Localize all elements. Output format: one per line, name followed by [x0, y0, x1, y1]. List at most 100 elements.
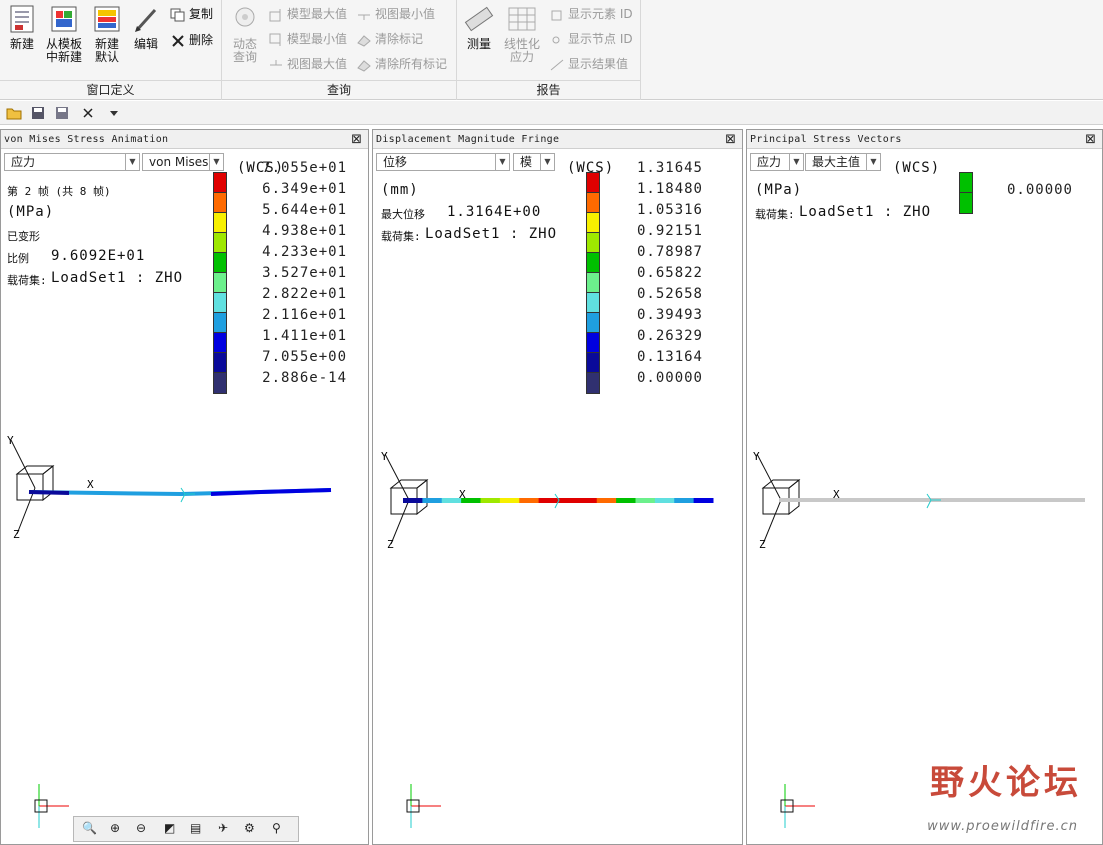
panel-1-close-icon[interactable]: ⊠: [351, 130, 362, 149]
beam-segment: [499, 498, 520, 503]
zoom-fit-icon[interactable]: 🔍: [82, 821, 100, 839]
legend-value: 0.52658: [636, 286, 703, 302]
panel-3-mini-triad: [780, 784, 815, 828]
linearize-stress-button[interactable]: 线性化 应力: [501, 4, 543, 64]
legend-value: 6.349e+01: [262, 181, 347, 197]
panel-von-mises[interactable]: von Mises Stress Animation ⊠ 应力 ▼ von Mis…: [0, 129, 369, 845]
panel-2-mini-triad: [406, 784, 441, 828]
legend-value: 3.527e+01: [262, 265, 347, 281]
copy-button[interactable]: 复制: [170, 4, 213, 24]
panel-2-component-value: 模: [520, 155, 533, 169]
panel-1-component-select[interactable]: von Mises ▼: [142, 153, 224, 171]
panel-principal-stress[interactable]: Principal Stress Vectors ⊠ 应力 ▼ 最大主值 ▼ (WC…: [746, 129, 1103, 845]
panel-3-legend-swatch: [960, 173, 972, 193]
panel-1-model-view[interactable]: Y Z X: [1, 430, 368, 550]
legend-value: 0.65822: [636, 265, 703, 281]
clear-all-marks-button[interactable]: 清除所有标记: [356, 54, 447, 74]
panel-1-beam-end: [210, 488, 332, 496]
view-min-button[interactable]: 视图最小值: [356, 4, 435, 24]
panel-1-axis-x: X: [87, 478, 94, 491]
show-element-id-button[interactable]: 显示元素 ID: [549, 4, 633, 24]
panel-3-axis-y: Y: [753, 450, 760, 463]
model-min-button[interactable]: 模型最小值: [268, 29, 347, 49]
datum-display-icon[interactable]: ⚲: [272, 821, 290, 839]
panel-3-loadset-value: LoadSet1 : ZHO: [799, 204, 932, 220]
save-icon[interactable]: [30, 105, 46, 121]
show-result-value-button[interactable]: 显示结果值: [549, 54, 628, 74]
legend-value: 4.233e+01: [262, 244, 347, 260]
refit-icon[interactable]: ◩: [164, 821, 182, 839]
beam-segment: [616, 498, 636, 503]
watermark-logo: 野火论坛: [930, 763, 1082, 803]
panel-2-unit: (mm): [381, 182, 419, 198]
chevron-down-icon: ▼: [495, 154, 509, 170]
close-window-icon[interactable]: [80, 105, 96, 121]
panel-3-axis-z: Z: [759, 538, 766, 551]
edit-button[interactable]: 编辑: [130, 4, 162, 51]
clear-mark-button[interactable]: 清除标记: [356, 29, 423, 49]
view-max-button[interactable]: 视图最大值: [268, 54, 347, 74]
beam-segment: [558, 498, 578, 503]
chevron-down-icon: ▼: [866, 154, 880, 170]
view-toolbar: 🔍 ⊕ ⊖ ◩ ▤ ✈ ⚙ ⚲: [73, 816, 299, 842]
zoom-in-icon[interactable]: ⊕: [110, 821, 128, 839]
panel-3-legend-swatch: [960, 193, 972, 213]
panel-1-axis-y: Y: [7, 434, 14, 447]
dynamic-query-line2: 查询: [232, 50, 257, 64]
legend-value: 4.938e+01: [262, 223, 347, 239]
view-manager-icon[interactable]: ⚙: [244, 821, 262, 839]
display-style-icon[interactable]: ✈: [218, 821, 236, 839]
legend-swatch: [214, 353, 226, 373]
element-id-icon: [551, 10, 562, 20]
node-id-icon: [552, 36, 560, 43]
saved-views-icon[interactable]: ▤: [190, 821, 208, 839]
legend-value: 0.13164: [636, 349, 703, 365]
panel-1-axis-z: Z: [13, 528, 20, 541]
dynamic-query-icon: [235, 7, 255, 27]
legend-swatch: [214, 193, 226, 213]
panel-2-close-icon[interactable]: ⊠: [725, 130, 736, 149]
panel-3-close-icon[interactable]: ⊠: [1085, 130, 1096, 149]
group-label-query: 查询: [222, 80, 456, 98]
legend-value: 1.31645: [636, 160, 703, 176]
panel-1-scale-value: 9.6092E+01: [51, 248, 146, 264]
beam-segment: [654, 498, 675, 503]
zoom-out-icon[interactable]: ⊖: [136, 821, 154, 839]
new-from-template-button[interactable]: 从模板 中新建: [44, 4, 84, 64]
new-window-button[interactable]: 新建: [6, 4, 38, 51]
new-default-line2: 默认: [94, 50, 119, 64]
new-default-button[interactable]: 新建 默认: [90, 4, 124, 64]
default-window-icon: [94, 6, 120, 32]
legend-value: 0.26329: [636, 328, 703, 344]
panel-1-deformed: 已变形: [7, 230, 40, 243]
panel-3-model-view[interactable]: Y Z X: [747, 448, 1102, 558]
panel-3-legend-value: 0.00000: [1006, 182, 1073, 198]
save-as-icon[interactable]: [54, 105, 70, 121]
model-max-button[interactable]: 模型最大值: [268, 4, 347, 24]
copy-label: 复制: [189, 7, 214, 21]
legend-value: 7.055e+01: [262, 160, 347, 176]
legend-value: 2.822e+01: [262, 286, 347, 302]
from-template-line2: 中新建: [45, 50, 82, 64]
panel-1-quantity-select[interactable]: 应力 ▼: [4, 153, 140, 171]
group-report: 测量 线性化 应力 显示元素 ID 显示节点 ID 显示结果值 报告: [457, 0, 641, 100]
open-folder-icon[interactable]: [6, 105, 22, 121]
panel-2-quantity-select[interactable]: 位移 ▼: [376, 153, 510, 171]
panel-3-quantity-select[interactable]: 应力 ▼: [750, 153, 804, 171]
panel-2-component-select[interactable]: 模 ▼: [513, 153, 555, 171]
dynamic-query-button[interactable]: 动态 查询: [228, 4, 262, 64]
measure-button[interactable]: 测量: [463, 4, 495, 51]
panel-2-max-disp-label: 最大位移: [381, 208, 425, 221]
edit-label: 编辑: [133, 37, 158, 51]
view-max-label: 视图最大值: [287, 57, 348, 71]
panel-displacement[interactable]: Displacement Magnitude Fringe ⊠ 位移 ▼ 模 ▼ (…: [372, 129, 743, 845]
from-template-line1: 从模板: [45, 37, 82, 51]
panel-3-component-select[interactable]: 最大主值 ▼: [805, 153, 881, 171]
beam-segment: [635, 498, 656, 503]
model-max-icon: [269, 8, 281, 21]
customize-dropdown-icon[interactable]: [106, 105, 122, 121]
delete-button[interactable]: 删除: [170, 30, 213, 50]
show-node-id-button[interactable]: 显示节点 ID: [549, 29, 633, 49]
chevron-down-icon: ▼: [125, 154, 139, 170]
panel-2-model-view[interactable]: Y Z X: [373, 448, 742, 558]
